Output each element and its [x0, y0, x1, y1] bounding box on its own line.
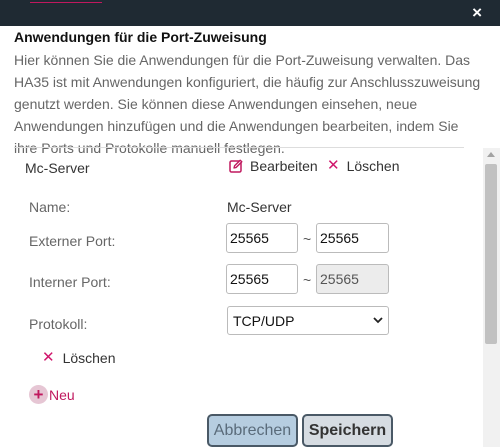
edit-icon	[229, 159, 243, 173]
protocol-selected-value: TCP/UDP	[233, 312, 295, 329]
delete-x-icon: ✕	[42, 349, 55, 366]
name-label: Name:	[29, 199, 71, 215]
application-name: Mc-Server	[25, 160, 90, 176]
name-value: Mc-Server	[227, 199, 292, 215]
plus-circle-icon: +	[29, 385, 48, 404]
delete-button-label: Löschen	[346, 158, 400, 174]
page-title: Anwendungen für die Port-Zuweisung	[14, 29, 267, 45]
external-port-label: Externer Port:	[29, 233, 116, 249]
internal-port-from-input[interactable]	[226, 264, 298, 294]
external-port-from-input[interactable]	[226, 223, 298, 253]
close-icon[interactable]: ×	[472, 3, 482, 23]
page-description: Hier können Sie die Anwendungen für die …	[14, 52, 481, 156]
chevron-down-icon	[373, 317, 383, 324]
scrollbar[interactable]	[483, 148, 500, 447]
new-application-button[interactable]: + Neu	[29, 385, 75, 404]
divider	[14, 147, 464, 148]
scrollbar-thumb[interactable]	[485, 164, 497, 344]
internal-port-separator: ~	[303, 272, 312, 288]
new-application-label: Neu	[49, 386, 75, 403]
title-bar: ×	[0, 0, 500, 26]
cut-off-link	[30, 0, 102, 3]
delete-entry-label: Löschen	[62, 350, 116, 366]
scroll-up-arrow-icon[interactable]	[487, 152, 495, 157]
save-button[interactable]: Speichern	[302, 414, 393, 447]
protocol-select[interactable]: TCP/UDP	[227, 306, 389, 335]
external-port-separator: ~	[303, 231, 312, 247]
internal-port-label: Interner Port:	[29, 274, 111, 290]
delete-x-icon: ✕	[327, 157, 340, 174]
edit-button[interactable]: Bearbeiten	[229, 158, 318, 174]
external-port-to-input[interactable]	[316, 223, 389, 253]
delete-button[interactable]: ✕ Löschen	[327, 157, 400, 175]
edit-button-label: Bearbeiten	[250, 158, 318, 174]
protocol-label: Protokoll:	[29, 316, 88, 332]
internal-port-to-input	[316, 264, 389, 294]
cancel-button[interactable]: Abbrechen	[207, 414, 298, 447]
delete-entry-button[interactable]: ✕ Löschen	[42, 349, 116, 367]
